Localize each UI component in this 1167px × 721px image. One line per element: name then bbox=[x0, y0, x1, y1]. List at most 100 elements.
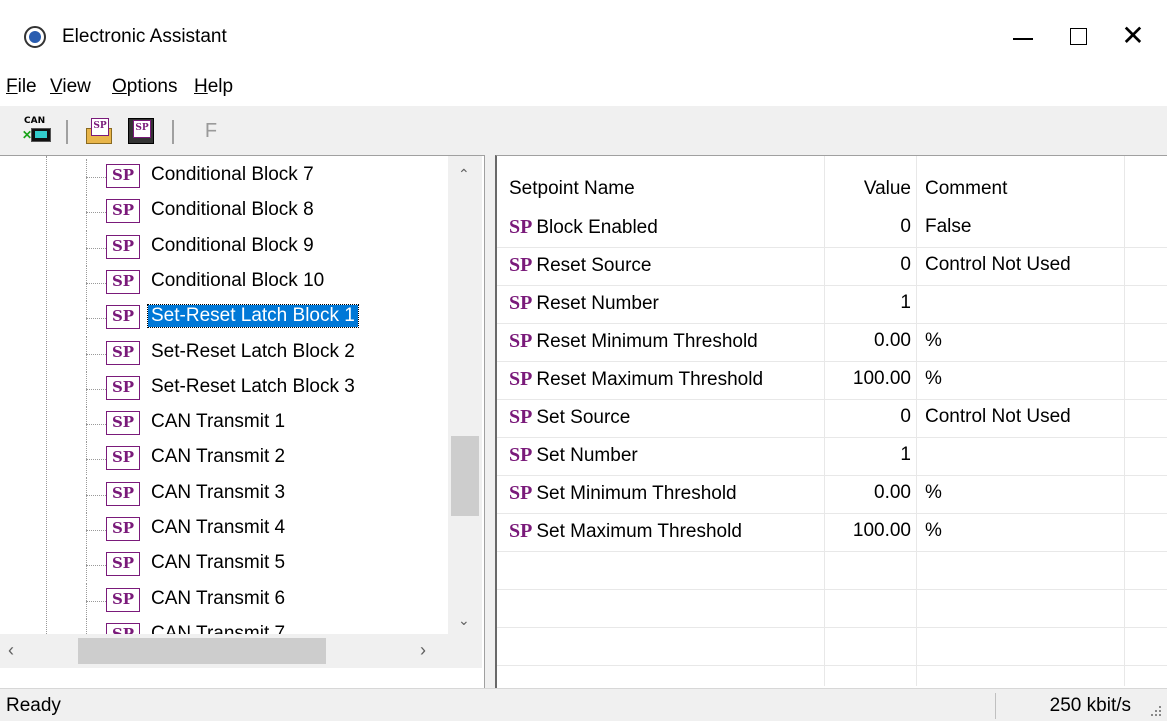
flash-button[interactable]: F bbox=[196, 120, 226, 148]
tree-item[interactable]: SP CAN Transmit 3 bbox=[0, 476, 448, 511]
tree-item[interactable]: SP Conditional Block 8 bbox=[0, 194, 448, 229]
tree-item[interactable]: SP Conditional Block 9 bbox=[0, 229, 448, 264]
tree-connector bbox=[86, 494, 106, 496]
toolbar-separator bbox=[172, 120, 174, 144]
setpoint-name: SP Block Enabled bbox=[509, 216, 658, 238]
setpoint-prefix: SP bbox=[509, 330, 533, 352]
tree-connector bbox=[86, 194, 87, 229]
tree-item-label: CAN Transmit 2 bbox=[151, 446, 286, 468]
setpoint-row[interactable]: SP Set Number 1 bbox=[497, 438, 1167, 476]
setpoint-name: SP Set Minimum Threshold bbox=[509, 482, 737, 504]
tree-item-label: Conditional Block 8 bbox=[151, 199, 314, 221]
setpoint-tree[interactable]: SP Conditional Block 7 SP Conditional Block… bbox=[0, 155, 485, 688]
globe-icon[interactable] bbox=[24, 26, 46, 48]
close-button[interactable]: ✕ bbox=[1110, 16, 1156, 56]
tree-connector bbox=[86, 424, 106, 426]
setpoint-prefix: SP bbox=[509, 292, 533, 314]
setpoint-row[interactable]: SP Reset Minimum Threshold 0.00% bbox=[497, 324, 1167, 362]
tree-item-label: Set-Reset Latch Block 2 bbox=[151, 340, 355, 362]
scroll-right-icon[interactable]: › bbox=[420, 640, 426, 661]
setpoint-name: SP Reset Maximum Threshold bbox=[509, 368, 764, 390]
setpoint-row[interactable]: SP Block Enabled 0 False bbox=[497, 210, 1167, 248]
setpoint-row[interactable]: SP Reset Source 0 Control Not Used bbox=[497, 248, 1167, 286]
can-connect-button[interactable]: CAN ✕ bbox=[22, 116, 52, 146]
setpoint-comment: % bbox=[925, 520, 942, 541]
setpoint-value: 100.00 bbox=[852, 520, 911, 541]
scroll-up-icon[interactable]: ⌃ bbox=[458, 166, 470, 183]
header-comment[interactable]: Comment bbox=[925, 178, 1007, 200]
tree-item[interactable]: SP Set-Reset Latch Block 1 bbox=[0, 300, 448, 335]
menu-help[interactable]: Help bbox=[194, 76, 233, 98]
empty-row bbox=[497, 590, 1167, 628]
tree-connector bbox=[86, 159, 87, 193]
setpoint-row[interactable]: SP Set Minimum Threshold 0.00% bbox=[497, 476, 1167, 514]
setpoint-row[interactable]: SP Set Maximum Threshold 100.00% bbox=[497, 514, 1167, 552]
tree-item[interactable]: SP CAN Transmit 2 bbox=[0, 441, 448, 476]
tree-item[interactable]: SP CAN Transmit 1 bbox=[0, 406, 448, 441]
setpoint-value: 100.00 bbox=[852, 368, 911, 389]
tree-connector bbox=[86, 212, 106, 214]
tree-item[interactable]: SP CAN Transmit 5 bbox=[0, 547, 448, 582]
maximize-button[interactable] bbox=[1055, 16, 1101, 56]
setpoint-icon: SP bbox=[106, 340, 140, 365]
save-setpoint-file-button[interactable]: SP bbox=[128, 118, 154, 144]
setpoint-value: 0.00 bbox=[874, 482, 911, 503]
resize-grip-icon[interactable] bbox=[1149, 704, 1163, 718]
menu-options[interactable]: Options bbox=[112, 76, 177, 98]
tree-horizontal-scrollbar[interactable]: ‹ › bbox=[0, 634, 448, 668]
scroll-thumb[interactable] bbox=[78, 638, 326, 664]
scroll-thumb[interactable] bbox=[451, 436, 479, 516]
setpoint-name: SP Reset Number bbox=[509, 292, 659, 314]
status-text: Ready bbox=[6, 695, 61, 716]
panel-splitter[interactable] bbox=[485, 155, 495, 688]
tree-item[interactable]: SP Conditional Block 10 bbox=[0, 264, 448, 299]
setpoint-value: 0 bbox=[900, 406, 911, 427]
tree-connector bbox=[86, 370, 87, 405]
menu-bar: File View Options Help bbox=[0, 72, 1167, 106]
tree-item-label: Conditional Block 10 bbox=[151, 269, 325, 291]
setpoint-row[interactable]: SP Set Source 0 Control Not Used bbox=[497, 400, 1167, 438]
header-setpoint-name[interactable]: Setpoint Name bbox=[509, 178, 635, 200]
tree-item-label: CAN Transmit 4 bbox=[151, 517, 286, 538]
setpoint-row[interactable]: SP Reset Maximum Threshold 100.00% bbox=[497, 362, 1167, 400]
scroll-left-icon[interactable]: ‹ bbox=[8, 640, 14, 661]
setpoint-prefix: SP bbox=[509, 444, 533, 466]
setpoint-name: SP Reset Minimum Threshold bbox=[509, 330, 758, 352]
setpoint-icon: SP bbox=[106, 411, 140, 436]
setpoint-value: 0.00 bbox=[874, 330, 911, 351]
setpoint-row[interactable]: SP Reset Number 1 bbox=[497, 286, 1167, 324]
empty-row bbox=[497, 666, 1167, 688]
setpoint-prefix: SP bbox=[509, 482, 533, 504]
window-title: Electronic Assistant bbox=[62, 26, 227, 47]
title-bar: Electronic Assistant ✕ bbox=[0, 0, 1167, 72]
tree-connector bbox=[86, 353, 106, 355]
tree-item[interactable]: SP Set-Reset Latch Block 2 bbox=[0, 335, 448, 370]
tree-item[interactable]: SP Set-Reset Latch Block 3 bbox=[0, 370, 448, 405]
tree-connector bbox=[86, 530, 106, 531]
tree-connector bbox=[86, 300, 87, 335]
tree-item[interactable]: SP CAN Transmit 4 bbox=[0, 512, 448, 546]
tree-vertical-scrollbar[interactable]: ⌃ ⌄ bbox=[448, 156, 482, 634]
setpoint-prefix: SP bbox=[509, 254, 533, 276]
minimize-button[interactable] bbox=[1000, 16, 1046, 56]
status-divider bbox=[995, 693, 996, 719]
setpoint-icon: SP bbox=[106, 481, 140, 506]
empty-row bbox=[497, 552, 1167, 590]
setpoint-list[interactable]: Setpoint Name Value Comment SP Block Enab… bbox=[495, 155, 1167, 688]
list-header: Setpoint Name Value Comment bbox=[497, 164, 1167, 210]
tree-item[interactable]: SP CAN Transmit 6 bbox=[0, 582, 448, 617]
menu-view[interactable]: View bbox=[50, 76, 91, 98]
open-setpoint-file-button[interactable]: SP bbox=[86, 118, 112, 144]
setpoint-icon: SP bbox=[106, 199, 140, 224]
setpoint-comment: % bbox=[925, 368, 942, 389]
setpoint-prefix: SP bbox=[509, 520, 533, 542]
scroll-down-icon[interactable]: ⌄ bbox=[458, 612, 470, 629]
menu-file[interactable]: File bbox=[6, 76, 37, 98]
tree-connector bbox=[86, 247, 106, 249]
tree-connector bbox=[86, 264, 87, 299]
tree-connector bbox=[86, 476, 87, 511]
header-value[interactable]: Value bbox=[864, 178, 911, 200]
tree-item[interactable]: SP Conditional Block 7 bbox=[0, 159, 448, 193]
tree-connector bbox=[86, 600, 106, 602]
setpoint-icon: SP bbox=[106, 517, 140, 541]
